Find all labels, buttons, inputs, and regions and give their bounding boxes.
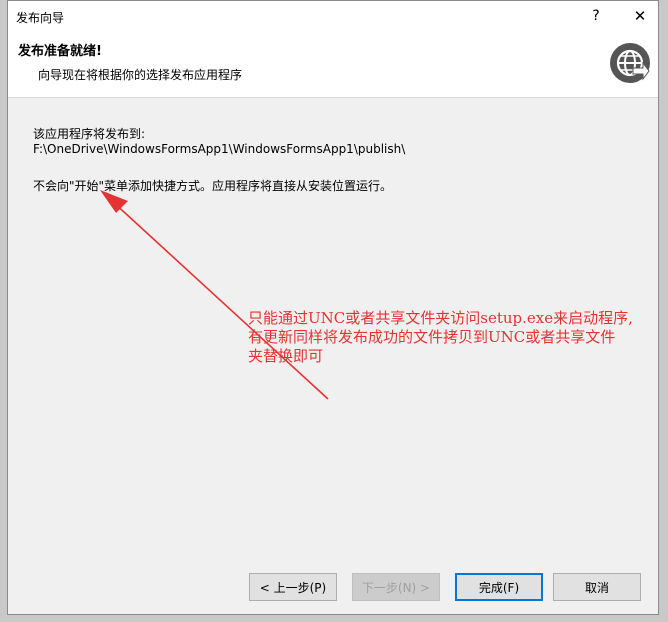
red-annotation: 只能通过UNC或者共享文件夹访问setup.exe来启动程序, 有更新同样将发布… — [248, 309, 648, 366]
publish-path: F:\OneDrive\WindowsFormsApp1\WindowsForm… — [33, 142, 406, 156]
annotation-line-2: 有更新同样将发布成功的文件拷贝到UNC或者共享文件 — [248, 328, 616, 346]
annotation-line-1: 只能通过UNC或者共享文件夹访问setup.exe来启动程序, — [248, 309, 633, 327]
wizard-header: 发布准备就绪! 向导现在将根据你的选择发布应用程序 — [8, 31, 658, 98]
globe-publish-icon — [610, 43, 650, 83]
next-button[interactable]: 下一步(N) > — [352, 573, 440, 601]
finish-button[interactable]: 完成(F) — [455, 573, 543, 601]
title-bar: 发布向导 ? ✕ — [8, 1, 658, 31]
close-button[interactable]: ✕ — [620, 4, 660, 28]
publish-location-label: 该应用程序将发布到: — [33, 127, 146, 141]
cancel-button[interactable]: 取消 — [553, 573, 641, 601]
help-button[interactable]: ? — [576, 4, 616, 28]
shortcut-note: 不会向"开始"菜单添加快捷方式。应用程序将直接从安装位置运行。 — [33, 179, 393, 193]
window-title: 发布向导 — [16, 11, 65, 25]
publish-wizard-window: 发布向导 ? ✕ 发布准备就绪! 向导现在将根据你的选择发布应用程序 该应用程序… — [7, 0, 659, 615]
header-subtitle: 向导现在将根据你的选择发布应用程序 — [38, 68, 243, 82]
back-button[interactable]: < 上一步(P) — [249, 573, 337, 601]
annotation-line-3: 夹替换即可 — [248, 347, 324, 365]
header-title: 发布准备就绪! — [18, 44, 102, 59]
